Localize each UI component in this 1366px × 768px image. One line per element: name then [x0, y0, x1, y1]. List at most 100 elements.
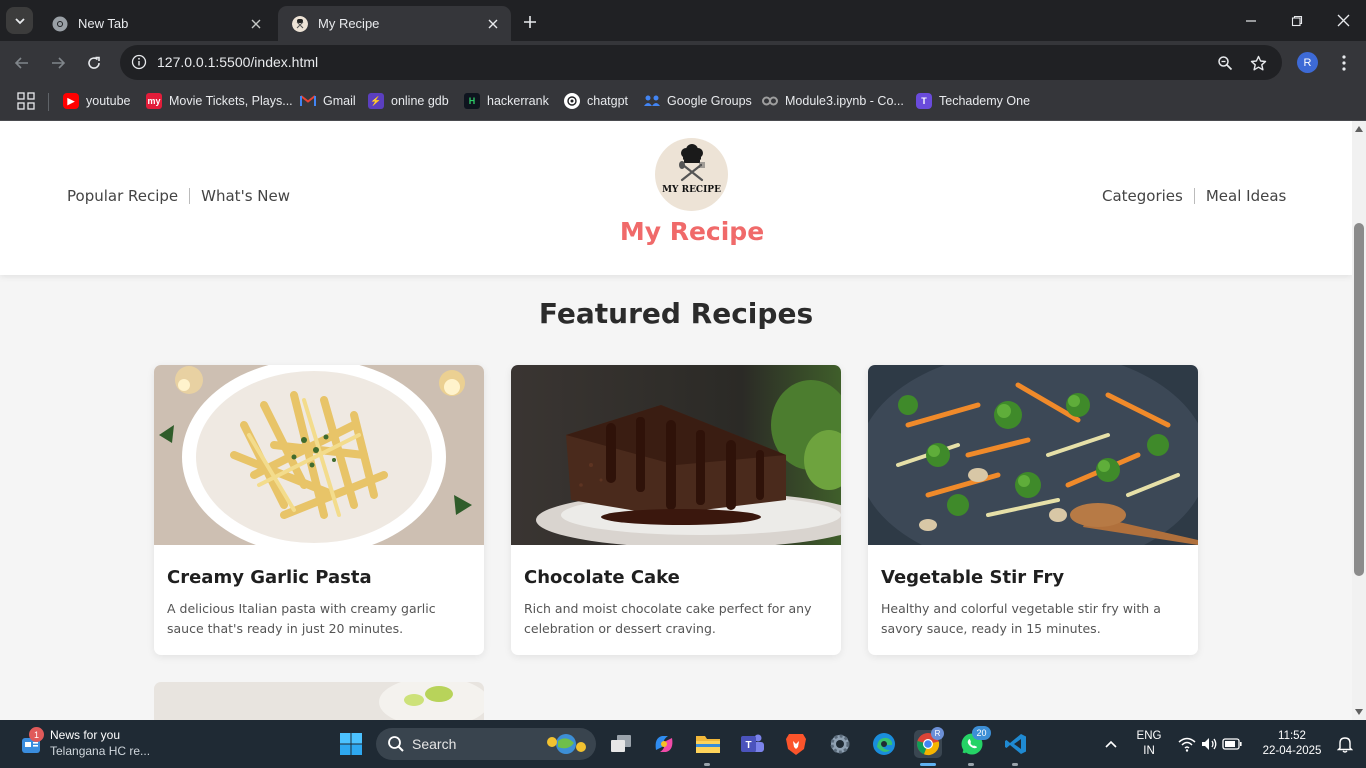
new-tab-button[interactable] [518, 10, 542, 34]
language-indicator[interactable]: ENG IN [1133, 729, 1165, 759]
task-view-button[interactable] [607, 730, 635, 758]
plus-icon [524, 16, 536, 28]
partial-recipe-photo [154, 682, 484, 720]
google-groups-icon [644, 93, 660, 109]
recipe-card-creamy-garlic-pasta[interactable]: Creamy Garlic Pasta A delicious Italian … [154, 365, 484, 655]
nav-link-whats-new[interactable]: What's New [201, 187, 290, 205]
search-label: Search [412, 736, 457, 752]
site-info-icon[interactable] [128, 51, 150, 73]
language-code: ENG [1136, 730, 1162, 742]
browser-toolbar: 127.0.0.1:5500/index.html R [0, 41, 1366, 84]
scrollbar-thumb[interactable] [1354, 223, 1364, 576]
clock-date: 22-04-2025 [1262, 745, 1322, 757]
tab-strip: New Tab My Recipe [0, 0, 1366, 41]
address-bar[interactable]: 127.0.0.1:5500/index.html [120, 45, 1282, 80]
bookmark-youtube[interactable]: ▶ youtube [63, 90, 130, 112]
windows-taskbar: 1 News for you Telangana HC re... Search… [0, 720, 1366, 768]
recipe-title[interactable]: Vegetable Stir Fry [881, 567, 1064, 588]
nav-link-meal-ideas[interactable]: Meal Ideas [1206, 187, 1286, 205]
bookmark-hackerrank[interactable]: H hackerrank [464, 90, 549, 112]
site-logo[interactable]: MY RECIPE [655, 138, 728, 211]
reload-button[interactable] [80, 49, 108, 77]
bookmark-label: Movie Tickets, Plays... [169, 94, 293, 108]
page-scrollbar[interactable] [1352, 121, 1366, 720]
bookmark-google-groups[interactable]: Google Groups [644, 90, 752, 112]
edge-button[interactable] [870, 730, 898, 758]
techademy-icon: T [916, 93, 932, 109]
recipe-description: Healthy and colorful vegetable stir fry … [881, 601, 1161, 636]
bookmark-chatgpt[interactable]: chatgpt [564, 90, 628, 112]
start-button[interactable] [337, 730, 365, 758]
scroll-down-arrow-icon[interactable] [1354, 707, 1364, 717]
bookmark-star-icon[interactable] [1246, 51, 1270, 75]
nav-link-popular-recipe[interactable]: Popular Recipe [67, 187, 178, 205]
bookmark-gmail[interactable]: Gmail [300, 90, 356, 112]
chocolate-cake-photo [511, 365, 841, 545]
news-widget[interactable]: 1 News for you Telangana HC re... [18, 727, 168, 761]
restore-button[interactable] [1274, 0, 1320, 41]
bookmark-movie-tickets[interactable]: my Movie Tickets, Plays... [146, 90, 293, 112]
back-button[interactable] [8, 49, 36, 77]
bookmark-colab[interactable]: Module3.ipynb - Co... [762, 90, 904, 112]
vscode-button[interactable] [1002, 730, 1030, 758]
clock[interactable]: 11:52 22-04-2025 [1256, 729, 1328, 759]
notifications-button[interactable] [1331, 730, 1359, 758]
wifi-icon [1178, 737, 1196, 752]
teams-button[interactable]: T [738, 730, 766, 758]
search-icon [388, 736, 404, 752]
system-tray-quick-settings[interactable] [1174, 730, 1246, 758]
chrome-button[interactable]: R [914, 727, 944, 758]
recipe-card-partial[interactable] [154, 682, 484, 720]
nav-divider [189, 188, 191, 204]
chrome-menu-button[interactable] [1334, 51, 1354, 75]
tab-search-button[interactable] [6, 7, 33, 34]
show-hidden-icons-button[interactable] [1097, 730, 1125, 758]
bookmark-label: online gdb [391, 94, 449, 108]
close-icon [1337, 14, 1349, 27]
brand-title[interactable]: My Recipe [560, 217, 824, 246]
region-code: IN [1143, 745, 1155, 757]
bookmark-label: chatgpt [587, 94, 629, 108]
minimize-button[interactable] [1228, 0, 1274, 41]
settings-button[interactable] [826, 730, 854, 758]
tab-my-recipe[interactable]: My Recipe [278, 6, 511, 41]
arrow-right-icon [52, 57, 66, 69]
task-view-icon [611, 735, 631, 752]
recipe-title[interactable]: Chocolate Cake [524, 567, 680, 588]
apps-grid-icon[interactable] [17, 92, 35, 110]
restore-icon [1291, 15, 1303, 26]
battery-icon [1222, 738, 1242, 750]
close-tab-icon[interactable] [485, 16, 501, 32]
bookmark-techademy[interactable]: T Techademy One [916, 90, 1030, 112]
whatsapp-button[interactable]: 20 [958, 726, 991, 758]
tab-title: My Recipe [318, 16, 380, 31]
recipe-card-chocolate-cake[interactable]: Chocolate Cake Rich and moist chocolate … [511, 365, 841, 655]
gear-icon [830, 734, 850, 754]
profile-avatar[interactable]: R [1297, 52, 1318, 73]
taskbar-search[interactable]: Search [376, 728, 596, 760]
forward-button[interactable] [44, 49, 72, 77]
close-window-button[interactable] [1320, 0, 1366, 41]
close-tab-icon[interactable] [248, 16, 264, 32]
hackerrank-icon: H [464, 93, 480, 109]
chrome-profile-badge: R [931, 727, 944, 740]
news-subtitle: Telangana HC re... [50, 744, 151, 758]
section-title: Featured Recipes [538, 297, 814, 330]
bookmarks-bar: ▶ youtube my Movie Tickets, Plays... Gma… [0, 84, 1366, 121]
gmail-icon [300, 93, 316, 109]
tab-new-tab[interactable]: New Tab [38, 6, 274, 41]
scroll-up-arrow-icon[interactable] [1354, 124, 1364, 134]
bookmark-label: youtube [86, 94, 131, 108]
recipe-card-vegetable-stir-fry[interactable]: Vegetable Stir Fry Healthy and colorful … [868, 365, 1198, 655]
zoom-icon[interactable] [1213, 51, 1237, 75]
recipe-title[interactable]: Creamy Garlic Pasta [167, 567, 372, 588]
nav-link-categories[interactable]: Categories [1102, 187, 1183, 205]
bookmark-online-gdb[interactable]: ⚡ online gdb [368, 90, 449, 112]
bell-icon [1337, 737, 1353, 753]
brave-button[interactable] [782, 730, 810, 758]
bookmark-label: Module3.ipynb - Co... [785, 94, 904, 108]
copilot-button[interactable] [650, 730, 678, 758]
vegetable-stir-fry-photo [868, 365, 1198, 545]
url-text[interactable]: 127.0.0.1:5500/index.html [157, 54, 318, 70]
file-explorer-button[interactable] [694, 730, 722, 758]
